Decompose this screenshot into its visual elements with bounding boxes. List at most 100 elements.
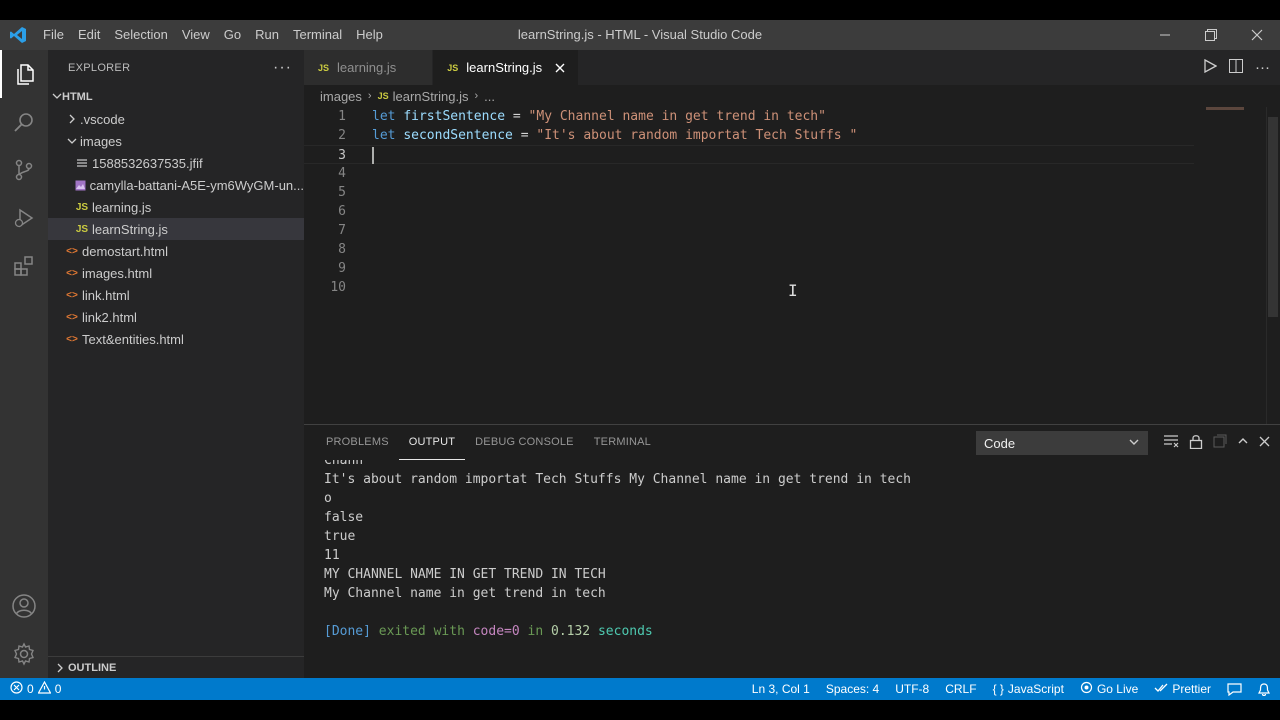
prettier-label: Prettier xyxy=(1172,682,1211,696)
close-panel-icon[interactable] xyxy=(1259,435,1270,450)
done-text: in xyxy=(527,624,544,639)
breadcrumb-file[interactable]: learnString.js xyxy=(393,89,469,104)
tab-terminal[interactable]: TERMINAL xyxy=(584,425,661,460)
maximize-panel-icon[interactable] xyxy=(1237,435,1249,450)
open-log-icon[interactable] xyxy=(1213,434,1227,451)
tree-item-demostart-html[interactable]: <> demostart.html xyxy=(48,240,304,262)
code-line: 6 xyxy=(304,202,1194,221)
output-line: true xyxy=(324,529,356,544)
split-editor-icon[interactable] xyxy=(1229,59,1243,76)
chevron-down-icon xyxy=(52,91,62,104)
tree-item-images-html[interactable]: <> images.html xyxy=(48,262,304,284)
close-icon[interactable] xyxy=(552,60,568,76)
line-number: 5 xyxy=(338,185,346,200)
more-actions-icon[interactable]: ··· xyxy=(1255,59,1270,76)
notifications-bell-icon[interactable] xyxy=(1258,678,1270,700)
tab-learning-js[interactable]: JS learning.js xyxy=(304,50,434,85)
minimize-icon[interactable] xyxy=(1142,20,1188,50)
double-check-icon xyxy=(1154,682,1168,697)
search-icon[interactable] xyxy=(0,98,48,146)
operator-token: = xyxy=(512,128,537,143)
scrollbar-thumb[interactable] xyxy=(1268,117,1278,317)
panel-scrollbar[interactable] xyxy=(1266,460,1280,679)
tab-learnstring-js[interactable]: JS learnString.js xyxy=(433,50,580,85)
outline-section[interactable]: OUTLINE xyxy=(48,656,304,678)
explorer-icon[interactable] xyxy=(0,50,48,98)
tab-debug-console[interactable]: DEBUG CONSOLE xyxy=(465,425,584,460)
image-file-icon xyxy=(74,180,88,191)
explorer-title: EXPLORER xyxy=(68,61,131,74)
explorer-sidebar: EXPLORER ··· HTML .vscode images 1588532… xyxy=(48,50,304,678)
language-mode[interactable]: { } JavaScript xyxy=(993,678,1064,700)
output-log[interactable]: Chann It's about random importat Tech St… xyxy=(324,460,1264,679)
tab-problems[interactable]: PROBLEMS xyxy=(316,425,399,460)
restore-icon[interactable] xyxy=(1188,20,1234,50)
broadcast-icon xyxy=(1080,681,1093,697)
tree-item-image-file[interactable]: camylla-battani-A5E-ym6WyGM-un... xyxy=(48,174,304,196)
menu-file[interactable]: File xyxy=(36,20,71,50)
tree-item-text-entities-html[interactable]: <> Text&entities.html xyxy=(48,328,304,350)
error-icon xyxy=(10,681,23,697)
tree-item-images-folder[interactable]: images xyxy=(48,130,304,152)
tab-spacer xyxy=(406,60,422,76)
workspace-root[interactable]: HTML xyxy=(48,86,304,108)
breadcrumb-more[interactable]: ... xyxy=(484,89,495,104)
run-debug-icon[interactable] xyxy=(0,194,48,242)
lock-icon[interactable] xyxy=(1189,434,1203,452)
menu-selection[interactable]: Selection xyxy=(107,20,174,50)
menu-edit[interactable]: Edit xyxy=(71,20,107,50)
more-actions-icon[interactable]: ··· xyxy=(273,59,292,77)
output-channel-select[interactable]: Code xyxy=(976,431,1148,455)
output-line: My Channel name in get trend in tech xyxy=(324,586,606,601)
tab-label: learning.js xyxy=(337,60,397,75)
code-text: let secondSentence = "It's about random … xyxy=(372,126,857,145)
braces-icon: { } xyxy=(992,682,1004,696)
tree-item-link2-html[interactable]: <> link2.html xyxy=(48,306,304,328)
code-line: 2 let secondSentence = "It's about rando… xyxy=(304,126,1194,145)
clear-output-icon[interactable] xyxy=(1163,434,1179,451)
settings-gear-icon[interactable] xyxy=(0,630,48,678)
mouse-ibeam-icon: I xyxy=(788,281,798,300)
tab-output[interactable]: OUTPUT xyxy=(398,425,466,460)
go-live-label: Go Live xyxy=(1096,682,1139,696)
cursor-position[interactable]: Ln 3, Col 1 xyxy=(752,678,810,700)
menu-help[interactable]: Help xyxy=(349,20,390,50)
minimap[interactable] xyxy=(1206,107,1244,110)
menu-view[interactable]: View xyxy=(175,20,217,50)
feedback-icon[interactable] xyxy=(1227,678,1242,700)
menu-go[interactable]: Go xyxy=(217,20,248,50)
line-number: 8 xyxy=(338,242,346,257)
title-bar: File Edit Selection View Go Run Terminal… xyxy=(0,20,1280,50)
run-code-icon[interactable] xyxy=(1203,58,1218,76)
tree-item-label: images xyxy=(80,133,122,149)
close-window-icon[interactable] xyxy=(1234,20,1280,50)
explorer-header: EXPLORER ··· xyxy=(48,50,304,85)
extensions-icon[interactable] xyxy=(0,242,48,290)
workspace-root-label: HTML xyxy=(62,91,93,103)
indentation[interactable]: Spaces: 4 xyxy=(826,678,879,700)
source-control-icon[interactable] xyxy=(0,146,48,194)
language-label: JavaScript xyxy=(1007,682,1064,696)
menu-terminal[interactable]: Terminal xyxy=(286,20,349,50)
breadcrumb-folder[interactable]: images xyxy=(320,89,362,104)
output-line: 11 xyxy=(324,548,340,563)
encoding[interactable]: UTF-8 xyxy=(895,678,929,700)
go-live-button[interactable]: Go Live xyxy=(1080,678,1138,700)
editor-scrollbar[interactable] xyxy=(1266,107,1280,424)
code-editor[interactable]: 1 let firstSentence = "My Channel name i… xyxy=(304,107,1280,424)
tree-item-vscode[interactable]: .vscode xyxy=(48,108,304,130)
status-problems[interactable]: 0 0 xyxy=(0,678,61,700)
tree-item-learning-js[interactable]: JS learning.js xyxy=(48,196,304,218)
tree-item-label: Text&entities.html xyxy=(82,331,184,347)
end-of-line[interactable]: CRLF xyxy=(945,678,976,700)
html-file-icon: <> xyxy=(66,311,78,323)
output-done-line: [Done] exited with code=0 in 0.132 secon… xyxy=(324,622,1264,641)
line-number: 6 xyxy=(338,204,346,219)
tree-item-link-html[interactable]: <> link.html xyxy=(48,284,304,306)
menu-run[interactable]: Run xyxy=(248,20,286,50)
prettier-status[interactable]: Prettier xyxy=(1154,678,1211,700)
tree-item-learnstring-js[interactable]: JS learnString.js xyxy=(48,218,304,240)
accounts-icon[interactable] xyxy=(0,582,48,630)
tree-item-jfif[interactable]: 1588532637535.jfif xyxy=(48,152,304,174)
menu-bar: File Edit Selection View Go Run Terminal… xyxy=(36,20,390,50)
